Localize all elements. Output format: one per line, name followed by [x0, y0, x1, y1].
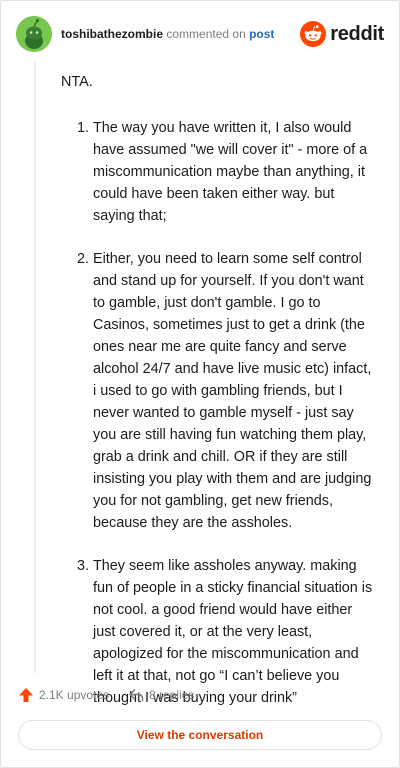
- comment-actions: 2.1K upvotes 8 replies: [18, 684, 213, 706]
- reddit-logo-icon: [300, 21, 327, 47]
- upvote-count: 2.1K upvotes: [39, 688, 110, 702]
- replies-button[interactable]: 8 replies: [128, 687, 194, 703]
- post-link[interactable]: post: [249, 27, 274, 41]
- comment-body: NTA. The way you have written it, I also…: [61, 71, 373, 730]
- upvote-arrow-icon: [19, 688, 33, 702]
- upvote-button[interactable]: 2.1K upvotes: [18, 687, 109, 703]
- reply-count: 8 replies: [149, 688, 195, 702]
- reply-arrow-icon: [129, 689, 144, 702]
- username-link[interactable]: toshibathezombie: [61, 27, 163, 41]
- user-avatar[interactable]: [16, 16, 52, 52]
- action-text: commented on: [166, 27, 246, 41]
- comment-meta: toshibathezombie commented on post: [61, 26, 274, 42]
- reddit-wordmark: reddit: [330, 22, 384, 45]
- reddit-logo[interactable]: reddit: [300, 21, 384, 47]
- comment-card: toshibathezombie commented on post reddi…: [0, 0, 400, 768]
- comment-points-list: The way you have written it, I also woul…: [61, 117, 373, 709]
- comment-intro: NTA.: [61, 74, 93, 90]
- list-item: Either, you need to learn some self cont…: [93, 248, 373, 534]
- comment-header: toshibathezombie commented on post reddi…: [1, 1, 399, 67]
- view-conversation-button[interactable]: View the conversation: [18, 720, 382, 750]
- snoo-avatar-icon: [16, 16, 52, 52]
- thread-line[interactable]: [34, 61, 36, 673]
- list-item: The way you have written it, I also woul…: [93, 117, 373, 227]
